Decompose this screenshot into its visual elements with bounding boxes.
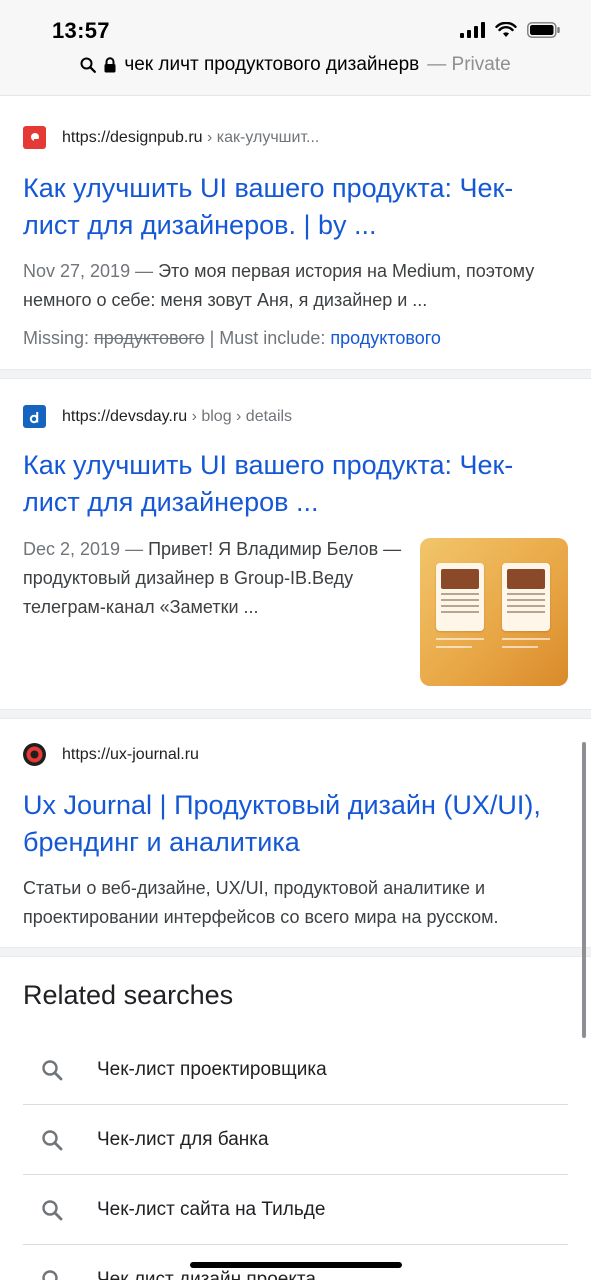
home-indicator[interactable] [190,1262,402,1268]
search-result: https://ux-journal.ru Ux Journal | Проду… [0,719,591,947]
wifi-icon [495,22,517,37]
result-title-link[interactable]: Как улучшить UI вашего продукта: Чек-лис… [23,170,568,244]
designpub-favicon-icon [23,126,46,149]
related-search-label: Чек-лист сайта на Тильде [97,1198,326,1220]
search-icon [42,1270,58,1280]
related-search-label: Чек-лист для банка [97,1128,269,1150]
result-divider [0,947,591,957]
result-title-link[interactable]: Ux Journal | Продуктовый дизайн (UX/UI),… [23,787,568,861]
missing-label: Missing: [23,328,90,348]
result-url: https://devsday.ru › blog › details [62,407,293,425]
must-include-label: | Must include: [209,328,326,348]
result-thumbnail[interactable] [420,538,568,686]
devsday-favicon-icon [23,405,46,428]
result-url: https://designpub.ru › как-улучшит... [62,128,320,146]
status-icons [460,22,561,38]
search-icon [42,1059,63,1080]
result-snippet: Статьи о веб-дизайне, UX/UI, продуктовой… [23,878,499,927]
result-divider [0,369,591,379]
search-icon [80,57,97,73]
cellular-signal-icon [460,22,485,38]
result-date: Dec 2, 2019 [23,539,121,559]
search-result: https://devsday.ru › blog › details Как … [0,379,591,709]
result-source[interactable]: https://designpub.ru › как-улучшит... [23,126,319,149]
lock-icon [104,57,116,73]
result-snippet: Dec 2, 2019 — Привет! Я Владимир Белов —… [23,539,402,617]
related-searches-heading: Related searches [23,980,234,1010]
result-url: https://ux-journal.ru [62,745,199,763]
related-search-item[interactable]: Чек-лист для банка [23,1105,568,1175]
battery-icon [527,22,560,38]
private-mode-label: — Private [427,54,511,75]
result-title-link[interactable]: Как улучшить UI вашего продукта: Чек-лис… [23,447,568,521]
result-date: Nov 27, 2019 [23,261,131,281]
related-search-label: Чек лист дизайн проекта [97,1269,316,1280]
related-search-item[interactable]: Чек-лист проектировщика [23,1035,568,1105]
must-include-link[interactable]: продуктового [330,328,441,348]
missing-word: продуктового [94,328,205,348]
result-snippet: Nov 27, 2019 — Это моя первая история на… [23,261,535,310]
result-source[interactable]: https://ux-journal.ru [23,743,199,766]
scrollbar[interactable] [582,742,586,1038]
related-search-label: Чек-лист проектировщика [97,1058,327,1080]
search-result: https://designpub.ru › как-улучшит... Ка… [0,97,591,369]
browser-top-bar: 13:57 чек личт продуктового дизайнерв — … [0,0,591,96]
missing-terms: Missing: продуктового | Must include: пр… [23,328,441,349]
address-bar[interactable]: чек личт продуктового дизайнерв — Privat… [0,54,591,76]
address-query: чек личт продуктового дизайнерв [124,54,420,75]
related-search-item[interactable]: Чек-лист сайта на Тильде [23,1175,568,1245]
search-icon [42,1199,63,1220]
status-time: 13:57 [52,18,110,43]
result-divider [0,709,591,719]
search-icon [42,1129,63,1150]
result-source[interactable]: https://devsday.ru › blog › details [23,405,292,428]
uxjournal-favicon-icon [23,743,46,766]
